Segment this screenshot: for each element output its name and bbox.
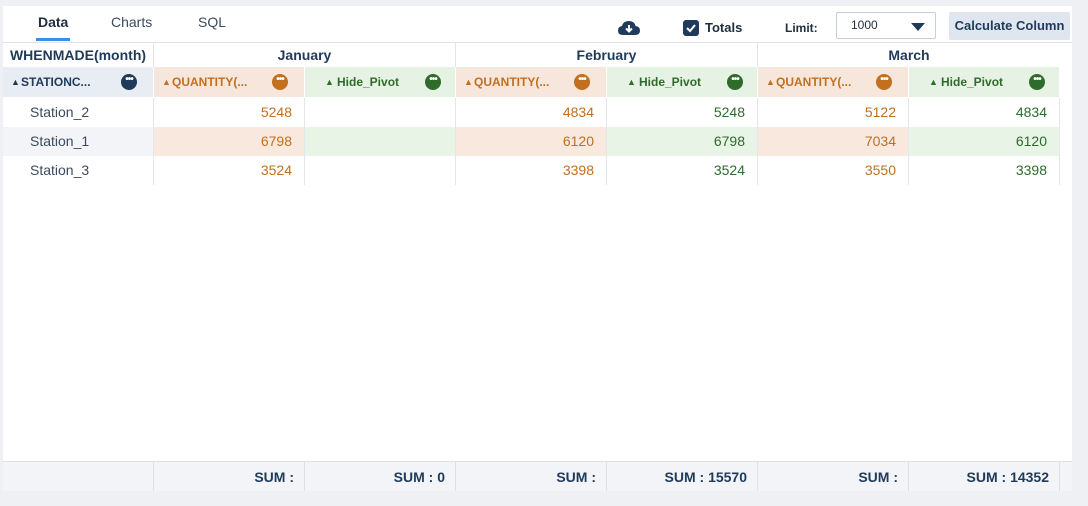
column-header-quantity-january[interactable]: ▲︎ QUANTITY(... •••	[154, 67, 305, 97]
hide-pivot-cell: 3524	[607, 156, 758, 185]
sort-icon[interactable]: ▲︎	[766, 67, 775, 97]
hide-pivot-cell: 4834	[909, 98, 1060, 127]
sort-icon[interactable]: ▲︎	[162, 67, 171, 97]
hide-pivot-cell: 5248	[607, 98, 758, 127]
quantity-cell: 3398	[456, 156, 607, 185]
sort-icon[interactable]: ▲︎	[464, 67, 473, 97]
more-options-icon[interactable]: •••	[574, 74, 590, 90]
more-options-icon[interactable]: •••	[876, 74, 892, 90]
sum-cell: SUM :	[758, 462, 909, 491]
hide-pivot-cell	[305, 156, 456, 185]
sort-icon[interactable]: ▲︎	[627, 67, 636, 97]
cloud-download-icon[interactable]	[617, 19, 641, 37]
tab-data[interactable]: Data	[38, 14, 68, 30]
sum-cell: SUM : 15570	[607, 462, 758, 491]
column-header-hide-pivot-march[interactable]: ▲︎ Hide_Pivot •••	[909, 67, 1060, 97]
quantity-cell: 5122	[758, 98, 909, 127]
quantity-cell: 7034	[758, 127, 909, 156]
hide-pivot-cell: 6120	[909, 127, 1060, 156]
sort-icon[interactable]: ▲︎	[325, 67, 334, 97]
tab-sql[interactable]: SQL	[198, 14, 226, 30]
station-cell: Station_3	[3, 156, 154, 185]
quantity-cell: 3524	[154, 156, 305, 185]
month-header-february: February	[456, 43, 758, 68]
hide-pivot-cell	[305, 98, 456, 127]
totals-checkbox[interactable]	[683, 20, 699, 36]
quantity-cell: 4834	[456, 98, 607, 127]
column-header-quantity-february[interactable]: ▲︎ QUANTITY(... •••	[456, 67, 607, 97]
column-header-quantity-march[interactable]: ▲︎ QUANTITY(... •••	[758, 67, 909, 97]
hide-pivot-cell: 3398	[909, 156, 1060, 185]
footer-spacer	[3, 462, 154, 491]
sum-cell: SUM :	[456, 462, 607, 491]
limit-value: 1000	[851, 18, 878, 32]
month-header-march: March	[888, 47, 930, 63]
quantity-cell: 3550	[758, 156, 909, 185]
row-dim-header: WHENMADE(month)	[3, 43, 154, 68]
more-options-icon[interactable]: •••	[425, 74, 441, 90]
data-panel: Data Charts SQL Totals Limit: 1000 Calcu…	[3, 6, 1072, 491]
sum-cell: SUM :	[154, 462, 305, 491]
totals-footer: SUM : SUM : 0 SUM : SUM : 15570 SUM : SU…	[3, 461, 1072, 491]
month-header-january: January	[154, 43, 456, 68]
column-header-row: ▲︎ STATIONC... ••• ▲︎ QUANTITY(... ••• ▲…	[3, 67, 1072, 97]
totals-label: Totals	[705, 20, 743, 35]
quantity-cell: 6120	[456, 127, 607, 156]
more-options-icon[interactable]: •••	[121, 74, 137, 90]
hide-pivot-cell: 6798	[607, 127, 758, 156]
table-row[interactable]: Station_3 3524 3398 3524 3550 3398	[3, 156, 1072, 185]
more-options-icon[interactable]: •••	[1029, 74, 1045, 90]
active-tab-indicator	[36, 38, 70, 41]
calculate-column-button[interactable]: Calculate Column	[949, 12, 1070, 40]
quantity-cell: 5248	[154, 98, 305, 127]
checkmark-icon	[686, 24, 696, 33]
limit-label: Limit:	[785, 21, 818, 35]
table-row[interactable]: Station_2 5248 4834 5248 5122 4834	[3, 98, 1072, 127]
tab-charts[interactable]: Charts	[111, 14, 152, 30]
sum-cell: SUM : 0	[305, 462, 456, 491]
station-cell: Station_1	[3, 127, 154, 156]
table-row[interactable]: Station_1 6798 6120 6798 7034 6120	[3, 127, 1072, 156]
column-header-hide-pivot-january[interactable]: ▲︎ Hide_Pivot •••	[305, 67, 456, 97]
sort-icon[interactable]: ▲︎	[11, 67, 20, 97]
more-options-icon[interactable]: •••	[272, 74, 288, 90]
more-options-icon[interactable]: •••	[727, 74, 743, 90]
limit-select[interactable]: 1000	[836, 12, 936, 39]
column-header-hide-pivot-february[interactable]: ▲︎ Hide_Pivot •••	[607, 67, 758, 97]
quantity-cell: 6798	[154, 127, 305, 156]
sum-cell: SUM : 14352	[909, 462, 1060, 491]
column-header-station[interactable]: ▲︎ STATIONC... •••	[3, 67, 154, 97]
month-header-row: WHENMADE(month) January February March	[3, 42, 1072, 68]
chevron-down-icon	[911, 23, 925, 31]
hide-pivot-cell	[305, 127, 456, 156]
station-cell: Station_2	[3, 98, 154, 127]
sort-icon[interactable]: ▲︎	[929, 67, 938, 97]
